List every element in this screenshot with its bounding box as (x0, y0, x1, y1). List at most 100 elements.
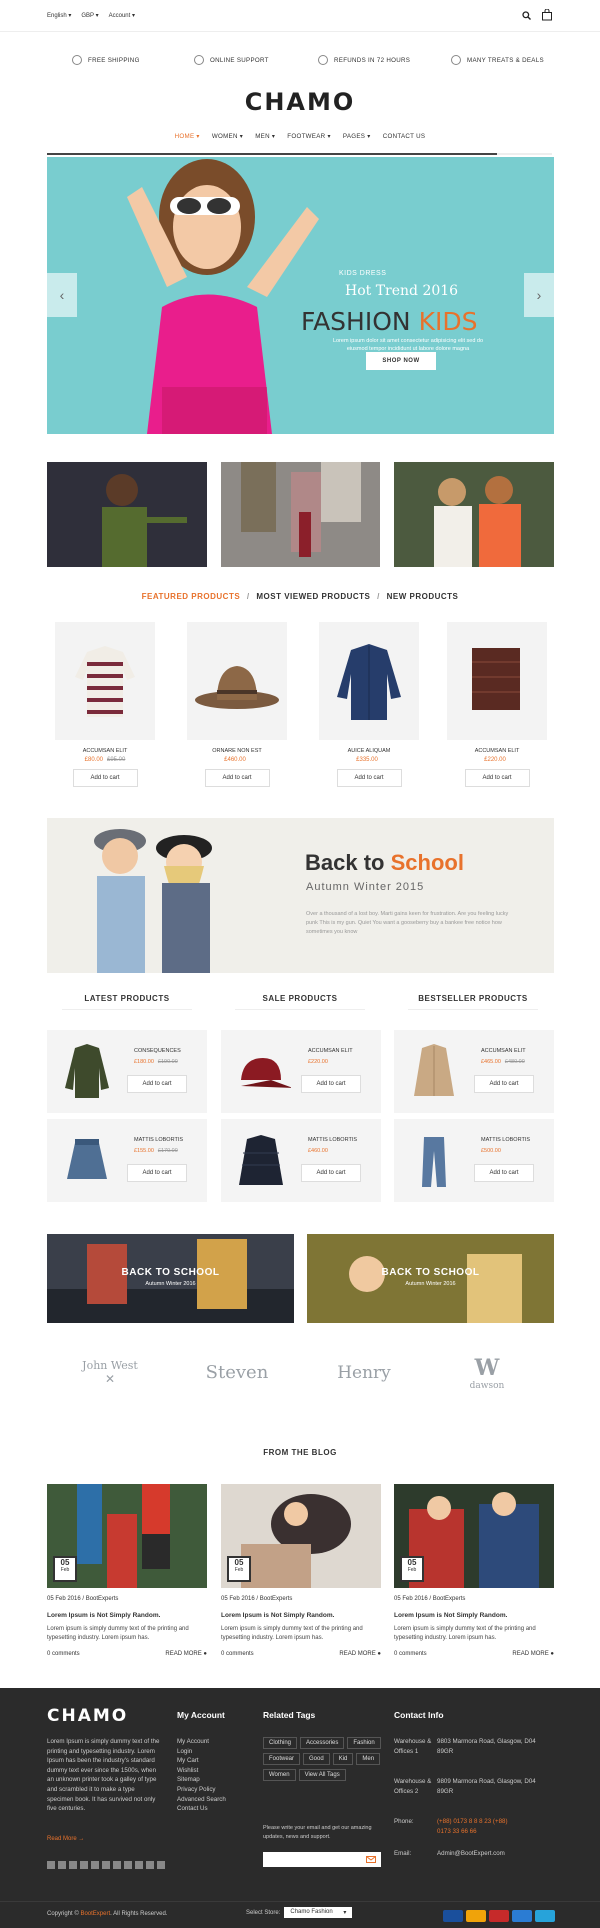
tab-new[interactable]: NEW PRODUCTS (387, 592, 459, 601)
blog-comments[interactable]: 0 comments (47, 1651, 80, 1657)
blog-comments[interactable]: 0 comments (394, 1651, 427, 1657)
category-image-1[interactable] (47, 462, 207, 567)
product-name[interactable]: ACCUMSAN ELIT (481, 1048, 526, 1054)
read-more-link[interactable]: READ MORE ● (512, 1651, 554, 1657)
account-menu[interactable]: Account ▾ (109, 12, 135, 19)
footer-logo[interactable]: CHAMO (47, 1706, 128, 1726)
back-to-school-banner[interactable]: Back to School Autumn Winter 2015 Over a… (47, 818, 554, 973)
add-to-cart-button[interactable]: Add to cart (464, 769, 530, 787)
slider-prev-button[interactable]: ‹ (47, 273, 77, 317)
nav-contact[interactable]: CONTACT US (383, 133, 426, 147)
product-name[interactable]: AUICE ALIQUAM (319, 748, 419, 754)
tab-most-viewed[interactable]: MOST VIEWED PRODUCTS (256, 592, 370, 601)
tag-link[interactable]: Kid (332, 1753, 354, 1765)
footer-link[interactable]: Sitemap (177, 1775, 226, 1785)
footer-read-more[interactable]: Read More → (47, 1836, 84, 1842)
language-selector[interactable]: English ▾ (47, 12, 71, 19)
product-image[interactable] (57, 1040, 117, 1103)
footer-link[interactable]: Privacy Policy (177, 1785, 226, 1795)
search-icon[interactable] (522, 11, 531, 20)
add-to-cart-button[interactable]: Add to cart (204, 769, 270, 787)
nav-pages[interactable]: PAGES ▾ (343, 133, 371, 147)
dribbble-icon[interactable] (146, 1861, 154, 1869)
tag-link[interactable]: Fashion (347, 1737, 381, 1749)
tab-featured[interactable]: FEATURED PRODUCTS (142, 592, 241, 601)
nav-men[interactable]: MEN ▾ (255, 133, 275, 147)
vimeo-icon[interactable] (135, 1861, 143, 1869)
envelope-icon[interactable] (366, 1856, 376, 1863)
tag-link[interactable]: Clothing (263, 1737, 298, 1749)
product-name[interactable]: MATTIS LOBORTIS (308, 1137, 357, 1143)
product-name[interactable]: ACCUMSAN ELIT (447, 748, 547, 754)
linkedin-icon[interactable] (91, 1861, 99, 1869)
product-name[interactable]: ACCUMSAN ELIT (55, 748, 155, 754)
read-more-link[interactable]: READ MORE ● (165, 1651, 207, 1657)
read-more-link[interactable]: READ MORE ● (339, 1651, 381, 1657)
currency-selector[interactable]: GBP ▾ (81, 12, 98, 19)
footer-link[interactable]: My Cart (177, 1756, 226, 1766)
product-image[interactable] (231, 1040, 291, 1103)
nav-women[interactable]: WOMEN ▾ (212, 133, 243, 147)
product-name[interactable]: CONSEQUENCES (134, 1048, 181, 1054)
tag-link[interactable]: Footwear (263, 1753, 301, 1765)
promo-banner-1[interactable]: BACK TO SCHOOL Autumn Winter 2016 (47, 1234, 294, 1323)
blog-title[interactable]: Lorem Ipsum is Not Simply Random. (47, 1612, 207, 1619)
add-to-cart-button[interactable]: Add to cart (336, 769, 402, 787)
add-to-cart-button[interactable]: Add to cart (474, 1164, 534, 1182)
site-logo[interactable]: CHAMO (0, 88, 600, 116)
product-image[interactable] (404, 1040, 464, 1103)
product-image[interactable] (319, 622, 419, 740)
contact-phone[interactable]: (+88) 0173 8 8 8 23 (+88) 0173 33 66 66 (437, 1817, 512, 1836)
add-to-cart-button[interactable]: Add to cart (127, 1075, 187, 1093)
store-select[interactable]: Chamo Fashion ▾ (284, 1907, 353, 1918)
tag-link[interactable]: Women (263, 1769, 296, 1781)
cart-icon[interactable] (541, 9, 553, 21)
tag-link[interactable]: Good (303, 1753, 330, 1765)
add-to-cart-button[interactable]: Add to cart (72, 769, 138, 787)
copyright-brand-link[interactable]: BootExpert (80, 1911, 110, 1917)
nav-home[interactable]: HOME ▾ (175, 133, 200, 147)
tag-link[interactable]: Accessories (300, 1737, 345, 1749)
slider-next-button[interactable]: › (524, 273, 554, 317)
product-image[interactable] (57, 1129, 117, 1192)
tag-link[interactable]: View All Tags (298, 1769, 346, 1781)
blog-comments[interactable]: 0 comments (221, 1651, 254, 1657)
footer-link[interactable]: Wishlist (177, 1766, 226, 1776)
product-image[interactable] (187, 622, 287, 740)
product-image[interactable] (447, 622, 547, 740)
product-name[interactable]: MATTIS LOBORTIS (481, 1137, 530, 1143)
product-image[interactable] (231, 1129, 291, 1192)
blog-title[interactable]: Lorem Ipsum is Not Simply Random. (221, 1612, 381, 1619)
blog-image[interactable]: 05 Feb (394, 1484, 554, 1588)
pinterest-icon[interactable] (102, 1861, 110, 1869)
facebook-icon[interactable] (47, 1861, 55, 1869)
product-image[interactable] (404, 1129, 464, 1192)
tag-link[interactable]: Men (356, 1753, 381, 1765)
add-to-cart-button[interactable]: Add to cart (301, 1075, 361, 1093)
instagram-icon[interactable] (113, 1861, 121, 1869)
add-to-cart-button[interactable]: Add to cart (127, 1164, 187, 1182)
category-image-3[interactable] (394, 462, 554, 567)
footer-link[interactable]: Advanced Search (177, 1795, 226, 1805)
footer-link[interactable]: Login (177, 1747, 226, 1757)
promo-banner-2[interactable]: BACK TO SCHOOL Autumn Winter 2016 (307, 1234, 554, 1323)
product-name[interactable]: ACCUMSAN ELIT (308, 1048, 353, 1054)
skype-icon[interactable] (157, 1861, 165, 1869)
blog-image[interactable]: 05 Feb (47, 1484, 207, 1588)
footer-link[interactable]: My Account (177, 1737, 226, 1747)
rss-icon[interactable] (124, 1861, 132, 1869)
add-to-cart-button[interactable]: Add to cart (474, 1075, 534, 1093)
add-to-cart-button[interactable]: Add to cart (301, 1164, 361, 1182)
footer-link[interactable]: Contact Us (177, 1804, 226, 1814)
contact-email[interactable]: Admin@BootExpert.com (437, 1849, 552, 1859)
google-plus-icon[interactable] (80, 1861, 88, 1869)
category-image-2[interactable] (221, 462, 380, 567)
product-name[interactable]: MATTIS LOBORTIS (134, 1137, 183, 1143)
brand-logo-steven[interactable]: Steven (187, 1350, 287, 1395)
blog-image[interactable]: 05 Feb (221, 1484, 381, 1588)
twitter-icon[interactable] (58, 1861, 66, 1869)
product-image[interactable] (55, 622, 155, 740)
brand-logo-john-west[interactable]: John West ✕ (60, 1350, 160, 1395)
nav-footwear[interactable]: FOOTWEAR ▾ (287, 133, 331, 147)
youtube-icon[interactable] (69, 1861, 77, 1869)
